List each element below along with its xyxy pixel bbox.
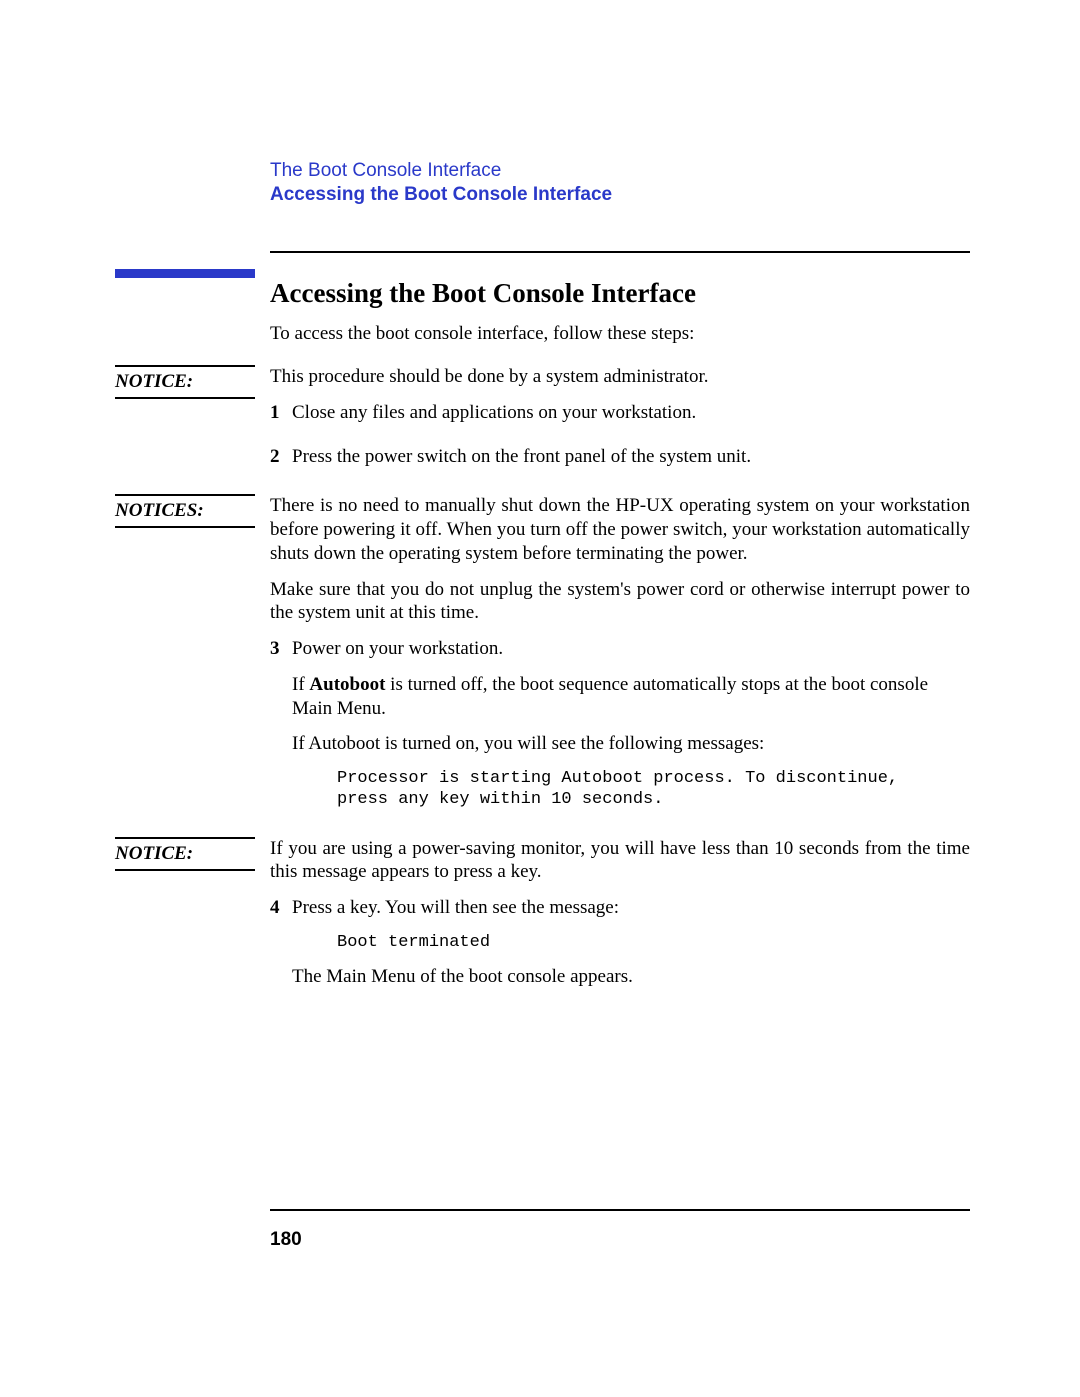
- notice-text: If you are using a power-saving monitor,…: [270, 837, 970, 885]
- notices-para-2: Make sure that you do not unplug the sys…: [270, 578, 970, 626]
- notice-block-1: NOTICE: This procedure should be done by…: [115, 365, 970, 488]
- step-para: If Autoboot is turned off, the boot sequ…: [292, 673, 970, 721]
- text-span: If: [292, 674, 309, 695]
- step-number: 2: [270, 445, 292, 481]
- intro-paragraph: To access the boot console interface, fo…: [270, 323, 970, 345]
- code-block: Processor is starting Autoboot process. …: [337, 768, 970, 811]
- title-rule-row: [115, 251, 970, 278]
- content-area: Accessing the Boot Console Interface To …: [270, 278, 970, 345]
- page-title: Accessing the Boot Console Interface: [270, 278, 970, 309]
- steps-list-b: 3 Power on your workstation. If Autoboot…: [270, 637, 970, 823]
- step-para: If Autoboot is turned on, you will see t…: [292, 732, 970, 756]
- document-page: The Boot Console Interface Accessing the…: [0, 0, 1080, 1397]
- step-item: 3 Power on your workstation. If Autoboot…: [270, 637, 970, 823]
- step-number: 3: [270, 637, 292, 823]
- top-rule: [270, 251, 970, 253]
- blue-accent-bar: [115, 269, 255, 278]
- notice-label: NOTICE:: [115, 365, 255, 399]
- notices-para-1: There is no need to manually shut down t…: [270, 494, 970, 565]
- footer-area: 180: [270, 1209, 970, 1251]
- header-section: Accessing the Boot Console Interface: [270, 184, 970, 206]
- steps-list-c: 4 Press a key. You will then see the mes…: [270, 896, 970, 1001]
- step-text: Power on your workstation.: [292, 637, 970, 661]
- notice-block-3: NOTICE: If you are using a power-saving …: [115, 837, 970, 1009]
- step-number: 4: [270, 896, 292, 1001]
- step-number: 1: [270, 401, 292, 437]
- notices-block-2: NOTICES: There is no need to manually sh…: [115, 494, 970, 830]
- step-item: 4 Press a key. You will then see the mes…: [270, 896, 970, 1001]
- step-text: Press a key. You will then see the messa…: [292, 896, 970, 920]
- code-block: Boot terminated: [337, 932, 970, 953]
- step-text: Close any files and applications on your…: [292, 401, 970, 425]
- step-text: Press the power switch on the front pane…: [292, 445, 970, 469]
- step-item: 1 Close any files and applications on yo…: [270, 401, 970, 437]
- bottom-rule: [270, 1209, 970, 1211]
- running-header: The Boot Console Interface Accessing the…: [270, 160, 970, 206]
- bold-term: Autoboot: [309, 674, 385, 695]
- step-item: 2 Press the power switch on the front pa…: [270, 445, 970, 481]
- page-number: 180: [270, 1229, 970, 1251]
- steps-list-a: 1 Close any files and applications on yo…: [270, 401, 970, 481]
- header-chapter: The Boot Console Interface: [270, 160, 970, 182]
- notice-label: NOTICE:: [115, 837, 255, 871]
- step-para: The Main Menu of the boot console appear…: [292, 965, 970, 989]
- notices-label: NOTICES:: [115, 494, 255, 528]
- text-span: is turned off, the boot sequence automat…: [292, 674, 928, 719]
- notice-text: This procedure should be done by a syste…: [270, 365, 970, 389]
